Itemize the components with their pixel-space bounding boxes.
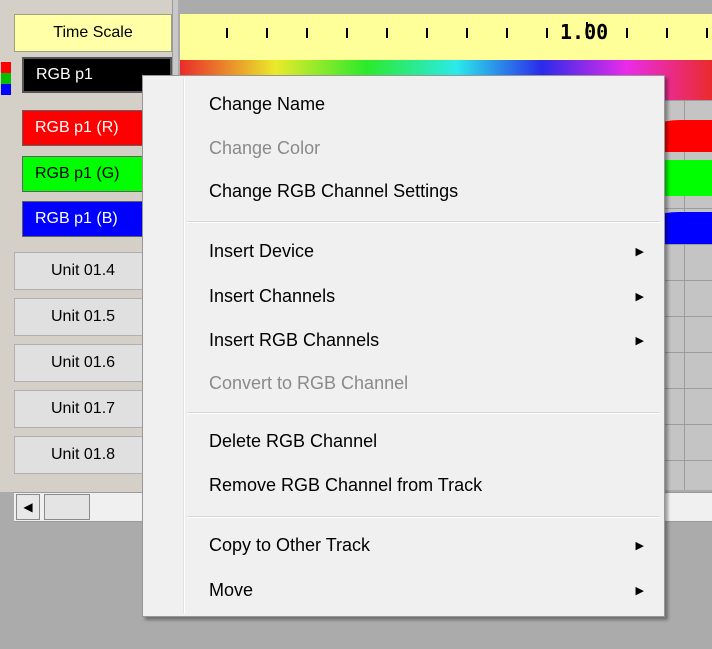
menu-item-delete-rgb-channel[interactable]: Delete RGB Channel xyxy=(145,423,662,459)
ruler-time-label: 1.00 xyxy=(560,20,609,44)
submenu-arrow-icon: ▶ xyxy=(635,584,644,597)
menu-item-insert-channels[interactable]: Insert Channels ▶ xyxy=(145,278,662,314)
ruler-tick xyxy=(306,28,308,38)
red-swatch xyxy=(1,62,11,73)
green-swatch xyxy=(1,73,11,84)
menu-item-copy-to-other-track[interactable]: Copy to Other Track ▶ xyxy=(145,527,662,563)
time-scale-button[interactable]: Time Scale xyxy=(14,14,172,52)
ruler-tick xyxy=(266,28,268,38)
ruler-tick xyxy=(426,28,428,38)
menu-separator xyxy=(187,412,660,414)
scroll-thumb[interactable] xyxy=(44,494,90,520)
menu-separator xyxy=(187,221,660,223)
ruler-tick xyxy=(706,28,708,38)
menu-item-change-name[interactable]: Change Name xyxy=(145,86,662,122)
menu-separator xyxy=(187,516,660,518)
ruler-tick xyxy=(466,28,468,38)
menu-item-insert-rgb-channels[interactable]: Insert RGB Channels ▶ xyxy=(145,322,662,358)
ruler-tick xyxy=(546,28,548,38)
ruler-tick xyxy=(346,28,348,38)
menu-item-move[interactable]: Move ▶ xyxy=(145,572,662,608)
menu-item-change-rgb-channel-settings[interactable]: Change RGB Channel Settings xyxy=(145,173,662,209)
ruler-tick xyxy=(226,28,228,38)
blue-swatch xyxy=(1,84,11,95)
ruler-tick xyxy=(626,28,628,38)
submenu-arrow-icon: ▶ xyxy=(635,290,644,303)
time-ruler[interactable] xyxy=(180,14,712,61)
submenu-arrow-icon: ▶ xyxy=(635,334,644,347)
menu-item-change-color: Change Color xyxy=(209,137,321,158)
scroll-left-arrow-icon[interactable]: ◀ xyxy=(16,494,40,520)
menu-item-convert-to-rgb-channel: Convert to RGB Channel xyxy=(209,372,409,393)
submenu-arrow-icon: ▶ xyxy=(635,539,644,552)
ruler-tick xyxy=(386,28,388,38)
context-menu: Change Name Change Color Change RGB Chan… xyxy=(142,75,665,617)
menu-item-insert-device[interactable]: Insert Device ▶ xyxy=(145,233,662,269)
menu-item-remove-rgb-channel-from-track[interactable]: Remove RGB Channel from Track xyxy=(145,467,662,503)
ruler-tick xyxy=(506,28,508,38)
ruler-tick xyxy=(666,28,668,38)
submenu-arrow-icon: ▶ xyxy=(635,245,644,258)
